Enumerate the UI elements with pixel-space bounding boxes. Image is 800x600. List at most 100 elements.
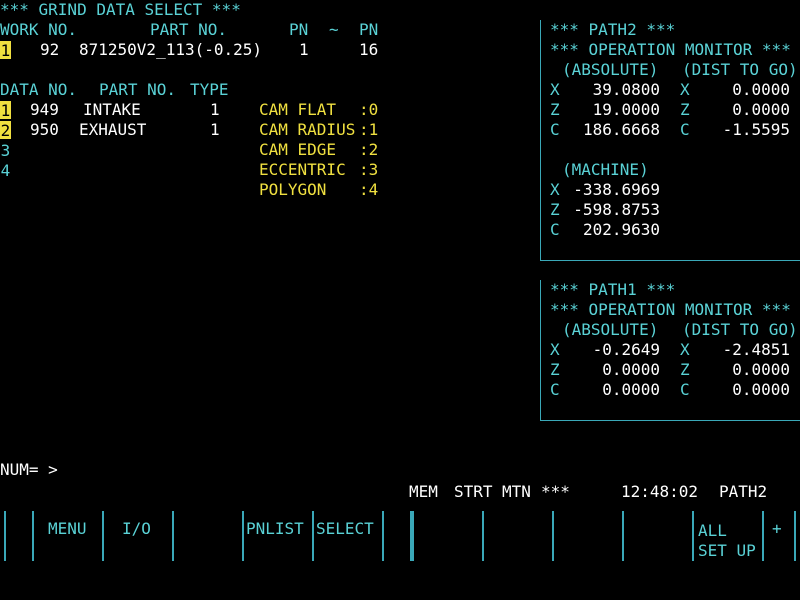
table-row-data-no[interactable]: 950 [30,120,59,140]
path1-title: *** PATH1 *** [550,280,676,299]
type-legend-code: :1 [359,120,379,139]
table-row-index[interactable]: 4 [0,161,11,180]
path1-abs-value: 0.0000 [602,360,660,379]
path1-absolute-label: (ABSOLUTE) [562,320,659,339]
softkey-blank[interactable] [412,511,482,561]
softkey-next[interactable]: + [762,511,796,561]
status-alarm: *** [541,482,570,501]
path2-dist-value: 0.0000 [732,100,790,119]
path1-abs-axis: Z [550,360,560,379]
screen-title: *** GRIND DATA SELECT *** [0,0,241,19]
table-row-data-no[interactable]: 949 [30,100,59,120]
table-row-index[interactable]: 3 [0,141,11,160]
path2-abs-axis: Z [550,100,560,119]
part-no-header: PART NO. [150,20,228,39]
path1-abs-axis: X [550,340,560,359]
num-input-prompt[interactable]: NUM= > [0,460,58,480]
path2-machine-axis: C [550,220,560,239]
softkey-label: + [772,519,782,538]
path2-abs-value: 186.6668 [582,120,660,139]
softkey-blank[interactable] [172,511,242,561]
pn-to-value[interactable]: 16 [359,40,378,60]
path1-dist-axis: Z [680,360,690,379]
table-row-part-no[interactable]: EXHAUST [79,120,146,140]
work-no-value[interactable]: 92 [40,40,59,60]
softkey-label: ALL SET UP [698,521,756,560]
data-part-no-header: PART NO. [99,80,177,99]
type-legend-name: POLYGON [259,180,327,199]
status-time: 12:48:02 [621,482,699,501]
softkey-label: MENU [48,519,87,538]
status-state: STRT [454,482,493,501]
path2-abs-axis: C [550,120,560,139]
path2-abs-value: 19.0000 [592,100,660,119]
table-row-type[interactable]: 1 [210,100,220,120]
softkey-pnlist[interactable]: PNLIST [242,511,312,561]
softkey-label: SELECT [316,519,374,538]
table-row-index[interactable]: 2 [0,121,11,140]
path2-dist-value: 0.0000 [732,80,790,99]
path2-dist-label: (DIST TO GO) [682,60,798,79]
path2-machine-axis: Z [550,200,560,219]
path2-title: *** PATH2 *** [550,20,676,39]
pn-from-header: PN [289,20,309,39]
softkey-all-setup[interactable]: ALL SET UP [692,511,762,561]
table-row-type[interactable]: 1 [210,120,220,140]
work-no-header: WORK NO. [0,20,78,39]
path1-dist-value: -2.4851 [722,340,790,359]
path2-abs-value: 39.0800 [592,80,660,99]
path1-abs-axis: C [550,380,560,399]
path2-machine-value: 202.9630 [582,220,660,239]
path2-machine-value: -598.8753 [573,200,660,219]
path1-dist-label: (DIST TO GO) [682,320,798,339]
type-legend-name: CAM EDGE [259,140,337,159]
path1-dist-value: 0.0000 [732,360,790,379]
type-legend-code: :3 [359,160,379,179]
path2-dist-value: -1.5595 [722,120,790,139]
status-motion: MTN [502,482,531,501]
softkey-bar: MENU I/O PNLIST SELECT ALL SET UP + [4,511,796,561]
softkey-return[interactable] [4,511,32,561]
work-row-index[interactable]: 1 [0,41,11,60]
path2-dist-axis: X [680,80,690,99]
softkey-select[interactable]: SELECT [312,511,382,561]
path2-dist-axis: C [680,120,690,139]
softkey-menu[interactable]: MENU [32,511,102,561]
softkey-blank[interactable] [552,511,622,561]
path2-machine-label: (MACHINE) [562,160,649,179]
pn-from-value[interactable]: 1 [299,40,309,60]
type-header: TYPE [190,80,229,99]
softkey-io[interactable]: I/O [102,511,172,561]
path2-dist-axis: Z [680,100,690,119]
path1-dist-axis: X [680,340,690,359]
type-legend-name: ECCENTRIC [259,160,346,179]
status-mode: MEM [409,482,438,501]
pn-to-header: PN [359,20,379,39]
softkey-blank[interactable] [482,511,552,561]
path2-abs-axis: X [550,80,560,99]
softkey-label: I/O [122,519,151,538]
path1-abs-value: 0.0000 [602,380,660,399]
path1-dist-axis: C [680,380,690,399]
path2-machine-value: -338.6969 [573,180,660,199]
path1-monitor-title: *** OPERATION MONITOR *** [550,300,791,319]
data-no-header: DATA NO. [0,80,78,99]
softkey-label: PNLIST [246,519,304,538]
type-legend-code: :2 [359,140,379,159]
part-no-value[interactable]: 871250V2_113(-0.25) [79,40,262,60]
path2-machine-axis: X [550,180,560,199]
softkey-blank[interactable] [382,511,412,561]
softkey-blank[interactable] [622,511,692,561]
path1-abs-value: -0.2649 [592,340,660,359]
type-legend-name: CAM RADIUS [259,120,356,139]
table-row-part-no[interactable]: INTAKE [83,100,141,120]
type-legend-name: CAM FLAT [259,100,337,119]
type-legend-code: :0 [359,100,379,119]
pn-tilde: ~ [329,20,339,39]
table-row-index[interactable]: 1 [0,101,11,120]
type-legend-code: :4 [359,180,379,199]
path2-absolute-label: (ABSOLUTE) [562,60,659,79]
status-path: PATH2 [719,482,768,501]
path2-monitor-title: *** OPERATION MONITOR *** [550,40,791,59]
path1-dist-value: 0.0000 [732,380,790,399]
